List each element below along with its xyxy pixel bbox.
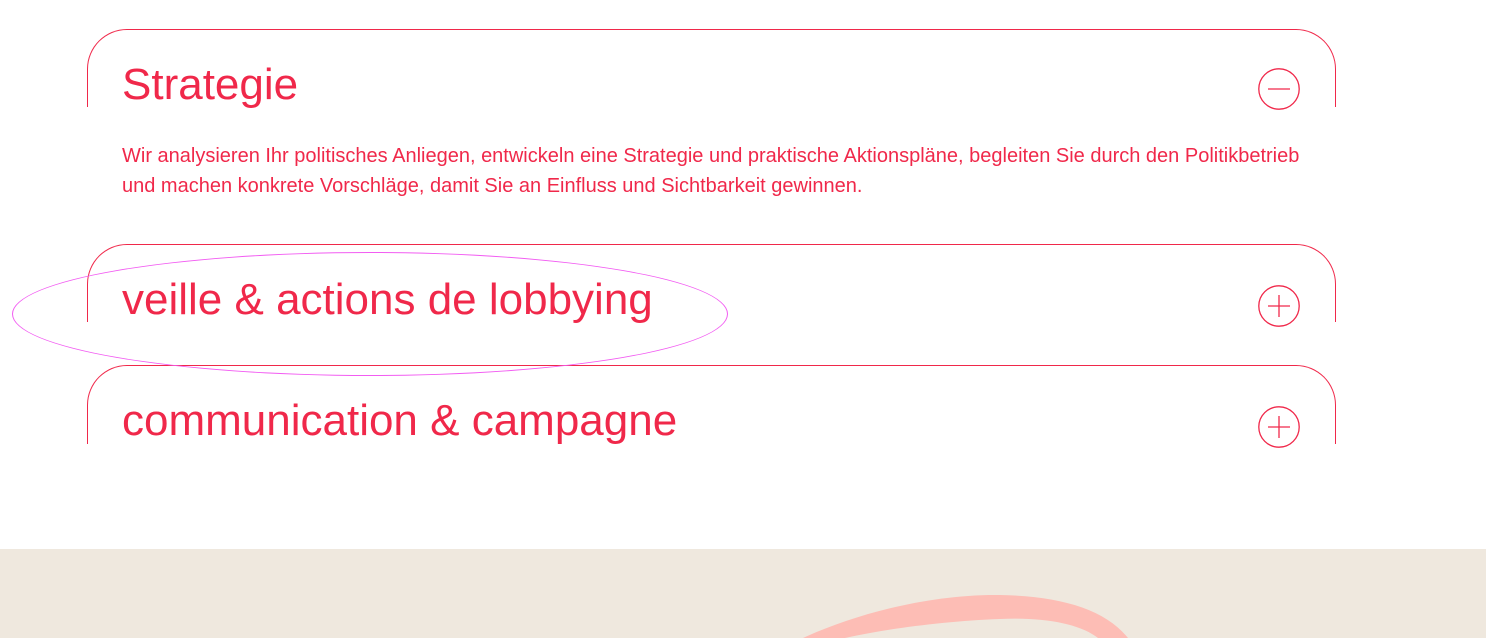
plus-circle-icon: [1258, 285, 1300, 327]
accordion-item-strategie: Strategie: [87, 29, 1336, 110]
collapse-button-strategie[interactable]: [1258, 68, 1300, 110]
expand-button-communication[interactable]: [1258, 406, 1300, 448]
accordion-item-veille[interactable]: veille & actions de lobbying: [87, 244, 1336, 327]
accordion-item-communication[interactable]: communication & campagne: [87, 365, 1336, 448]
expand-button-veille[interactable]: [1258, 285, 1300, 327]
accordion-title-veille[interactable]: veille & actions de lobbying: [122, 273, 653, 327]
decorative-swoosh-graphic: [803, 594, 1128, 638]
plus-circle-icon: [1258, 406, 1300, 448]
footer-band: [0, 549, 1486, 638]
minus-circle-icon: [1258, 68, 1300, 110]
accordion-title-communication[interactable]: communication & campagne: [122, 394, 677, 448]
accordion-title-strategie[interactable]: Strategie: [122, 58, 298, 112]
accordion-body-strategie: Wir analysieren Ihr politisches Anliegen…: [122, 145, 1300, 197]
